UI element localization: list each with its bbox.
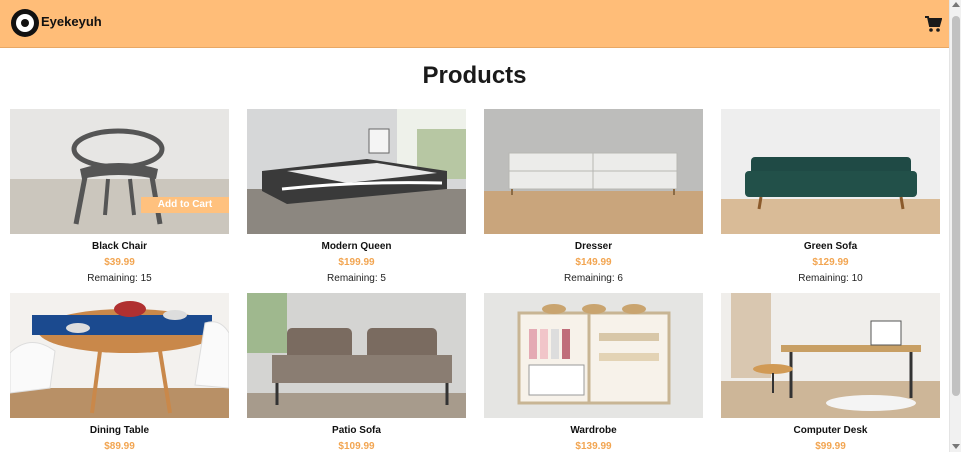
product-card-dresser[interactable]: Dresser $149.99 Remaining: 6: [484, 109, 703, 286]
product-card-wardrobe[interactable]: Wardrobe $139.99: [484, 293, 703, 454]
product-name: Dresser: [574, 241, 613, 252]
product-card-green-sofa[interactable]: Green Sofa $129.99 Remaining: 10: [721, 109, 940, 286]
scrollbar-thumb[interactable]: [952, 16, 960, 396]
product-card-patio-sofa[interactable]: Patio Sofa $109.99: [247, 293, 466, 454]
product-image[interactable]: [247, 109, 466, 234]
product-name: Green Sofa: [803, 241, 858, 252]
add-to-cart-button[interactable]: Add to Cart: [141, 197, 229, 213]
product-price: $149.99: [575, 257, 612, 268]
top-navbar: Eyekeyuh: [0, 0, 949, 48]
product-image[interactable]: [484, 109, 703, 234]
scroll-down-icon[interactable]: [952, 444, 960, 449]
scroll-up-icon[interactable]: [952, 2, 960, 7]
product-name: Modern Queen: [321, 241, 392, 252]
product-price: $129.99: [812, 257, 849, 268]
product-card-dining-table[interactable]: Dining Table $89.99: [10, 293, 229, 454]
product-image[interactable]: [10, 293, 229, 418]
product-price: $199.99: [338, 257, 375, 268]
product-image[interactable]: Add to Cart: [10, 109, 229, 234]
brand-name[interactable]: Eyekeyuh: [41, 14, 102, 29]
product-name: Wardrobe: [570, 425, 617, 436]
product-card-black-chair[interactable]: Add to Cart Black Chair $39.99 Remaining…: [10, 109, 229, 286]
product-price: $89.99: [104, 441, 135, 452]
product-remaining: Remaining: 15: [87, 273, 152, 284]
product-card-modern-queen[interactable]: Modern Queen $199.99 Remaining: 5: [247, 109, 466, 286]
logo-pupil: [21, 19, 29, 27]
product-image[interactable]: [721, 109, 940, 234]
product-price: $139.99: [575, 441, 612, 452]
product-name: Black Chair: [91, 241, 148, 252]
product-price: $109.99: [338, 441, 375, 452]
product-card-computer-desk[interactable]: Computer Desk $99.99: [721, 293, 940, 454]
product-image[interactable]: [721, 293, 940, 418]
page-title: Products: [422, 62, 527, 89]
product-name: Dining Table: [89, 425, 150, 436]
product-remaining: Remaining: 6: [564, 273, 623, 284]
page-scrollbar[interactable]: [949, 0, 961, 452]
product-name: Computer Desk: [793, 425, 868, 436]
product-price: $99.99: [815, 441, 846, 452]
eye-logo-icon[interactable]: [11, 9, 39, 37]
product-image[interactable]: [247, 293, 466, 418]
product-image[interactable]: [484, 293, 703, 418]
product-price: $39.99: [104, 257, 135, 268]
product-name: Patio Sofa: [332, 425, 381, 436]
product-remaining: Remaining: 10: [798, 273, 863, 284]
product-remaining: Remaining: 5: [327, 273, 386, 284]
shopping-cart-icon[interactable]: [924, 15, 942, 33]
